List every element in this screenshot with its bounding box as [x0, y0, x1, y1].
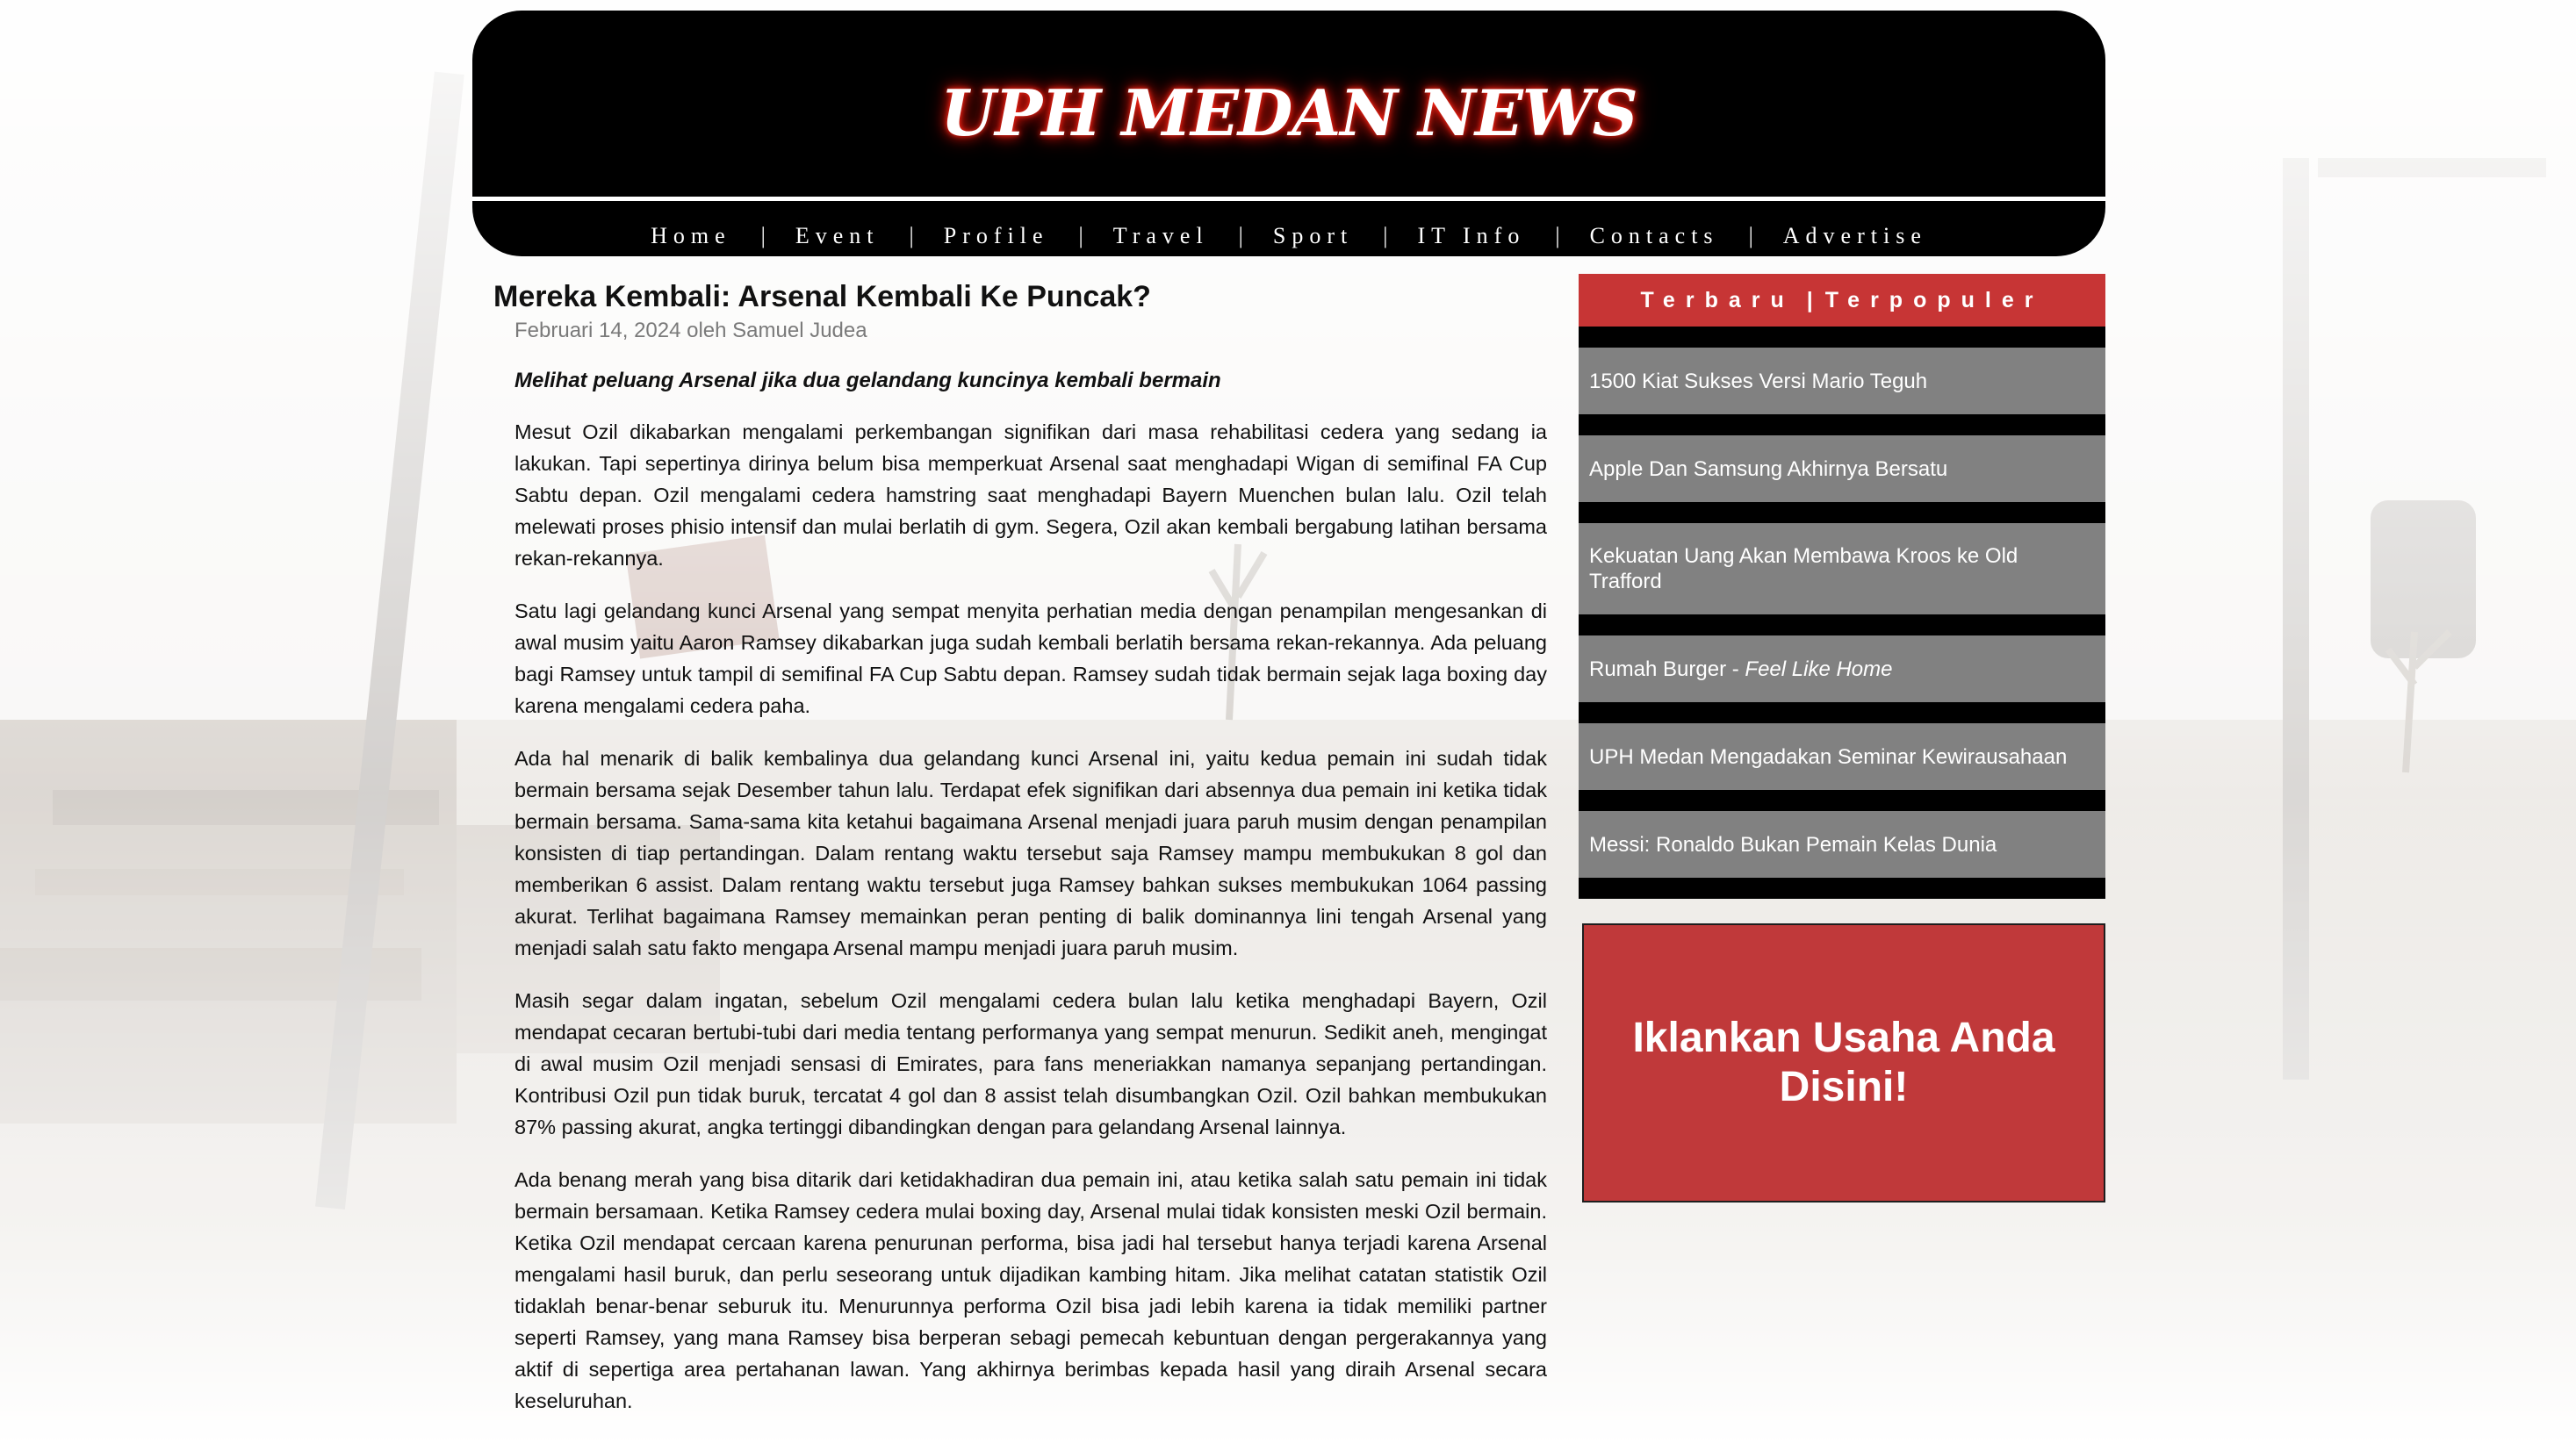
news-item[interactable]: 1500 Kiat Sukses Versi Mario Teguh — [1579, 348, 2105, 414]
nav-separator: | — [1238, 223, 1243, 248]
nav-contacts[interactable]: Contacts — [1590, 223, 1719, 249]
advertise-banner-text: Iklankan Usaha Anda Disini! — [1632, 1015, 2055, 1110]
news-item[interactable]: Rumah Burger - Feel Like Home — [1579, 635, 2105, 702]
nav-separator: | — [1383, 223, 1388, 248]
tab-terpopuler[interactable]: Terpopuler — [1825, 288, 2044, 313]
sidebar-tabs: Terbaru | Terpopuler — [1579, 274, 2105, 327]
article-paragraph: Ada hal menarik di balik kembalinya dua … — [514, 747, 1547, 959]
nav-separator: | — [909, 223, 914, 248]
news-list: 1500 Kiat Sukses Versi Mario Teguh Apple… — [1579, 327, 2105, 899]
nav-event[interactable]: Event — [795, 223, 880, 249]
tab-terbaru[interactable]: Terbaru — [1641, 288, 1795, 313]
article-paragraph: Ada benang merah yang bisa ditarik dari … — [514, 1168, 1547, 1412]
news-item-label: Messi: Ronaldo Bukan Pemain Kelas Dunia — [1589, 832, 1997, 857]
article-body: Melihat peluang Arsenal jika dua gelanda… — [514, 367, 1547, 1417]
nav-advertise[interactable]: Advertise — [1783, 223, 1927, 249]
news-item-label: Apple Dan Samsung Akhirnya Bersatu — [1589, 456, 1948, 481]
nav-sport[interactable]: Sport — [1273, 223, 1353, 249]
site-header: UPH MEDAN NEWS Home | Event | Profile | … — [472, 11, 2105, 256]
news-item[interactable]: Apple Dan Samsung Akhirnya Bersatu — [1579, 435, 2105, 502]
main-navigation: Home | Event | Profile | Travel | Sport … — [472, 223, 2105, 249]
advertise-banner[interactable]: Iklankan Usaha Anda Disini! — [1582, 923, 2105, 1202]
news-item[interactable]: UPH Medan Mengadakan Seminar Kewirausaha… — [1579, 723, 2105, 790]
article-title: Mereka Kembali: Arsenal Kembali Ke Punca… — [493, 280, 1151, 313]
site-title[interactable]: UPH MEDAN NEWS — [472, 75, 2105, 150]
news-item[interactable]: Messi: Ronaldo Bukan Pemain Kelas Dunia — [1579, 811, 2105, 878]
article-paragraph: Mesut Ozil dikabarkan mengalami perkemba… — [514, 420, 1547, 570]
article-meta: Februari 14, 2024 oleh Samuel Judea — [514, 319, 867, 342]
news-item-label: UPH Medan Mengadakan Seminar Kewirausaha… — [1589, 744, 2068, 769]
article-paragraph: Masih segar dalam ingatan, sebelum Ozil … — [514, 989, 1547, 1138]
news-item-text: Rumah Burger - — [1589, 657, 1745, 681]
nav-separator: | — [1748, 223, 1753, 248]
nav-separator: | — [760, 223, 766, 248]
page: UPH MEDAN NEWS Home | Event | Profile | … — [0, 0, 2576, 1443]
tab-separator: | — [1806, 287, 1813, 312]
news-item-label: Rumah Burger - Feel Like Home — [1589, 657, 1892, 682]
nav-home[interactable]: Home — [651, 223, 731, 249]
header-divider — [472, 197, 2105, 201]
news-item[interactable]: Kekuatan Uang Akan Membawa Kroos ke Old … — [1579, 523, 2105, 614]
news-item-label: Kekuatan Uang Akan Membawa Kroos ke Old … — [1589, 544, 2018, 593]
news-item-label: 1500 Kiat Sukses Versi Mario Teguh — [1589, 369, 1928, 393]
nav-it-info[interactable]: IT Info — [1417, 223, 1525, 249]
article: Mereka Kembali: Arsenal Kembali Ke Punca… — [493, 279, 1547, 1438]
nav-separator: | — [1555, 223, 1560, 248]
nav-profile[interactable]: Profile — [944, 223, 1049, 249]
article-paragraph: Satu lagi gelandang kunci Arsenal yang s… — [514, 599, 1547, 717]
article-lead: Melihat peluang Arsenal jika dua gelanda… — [514, 369, 1221, 392]
nav-travel[interactable]: Travel — [1113, 223, 1209, 249]
sidebar: Terbaru | Terpopuler 1500 Kiat Sukses Ve… — [1579, 274, 2105, 899]
news-item-tagline: Feel Like Home — [1745, 657, 1893, 681]
nav-separator: | — [1078, 223, 1083, 248]
